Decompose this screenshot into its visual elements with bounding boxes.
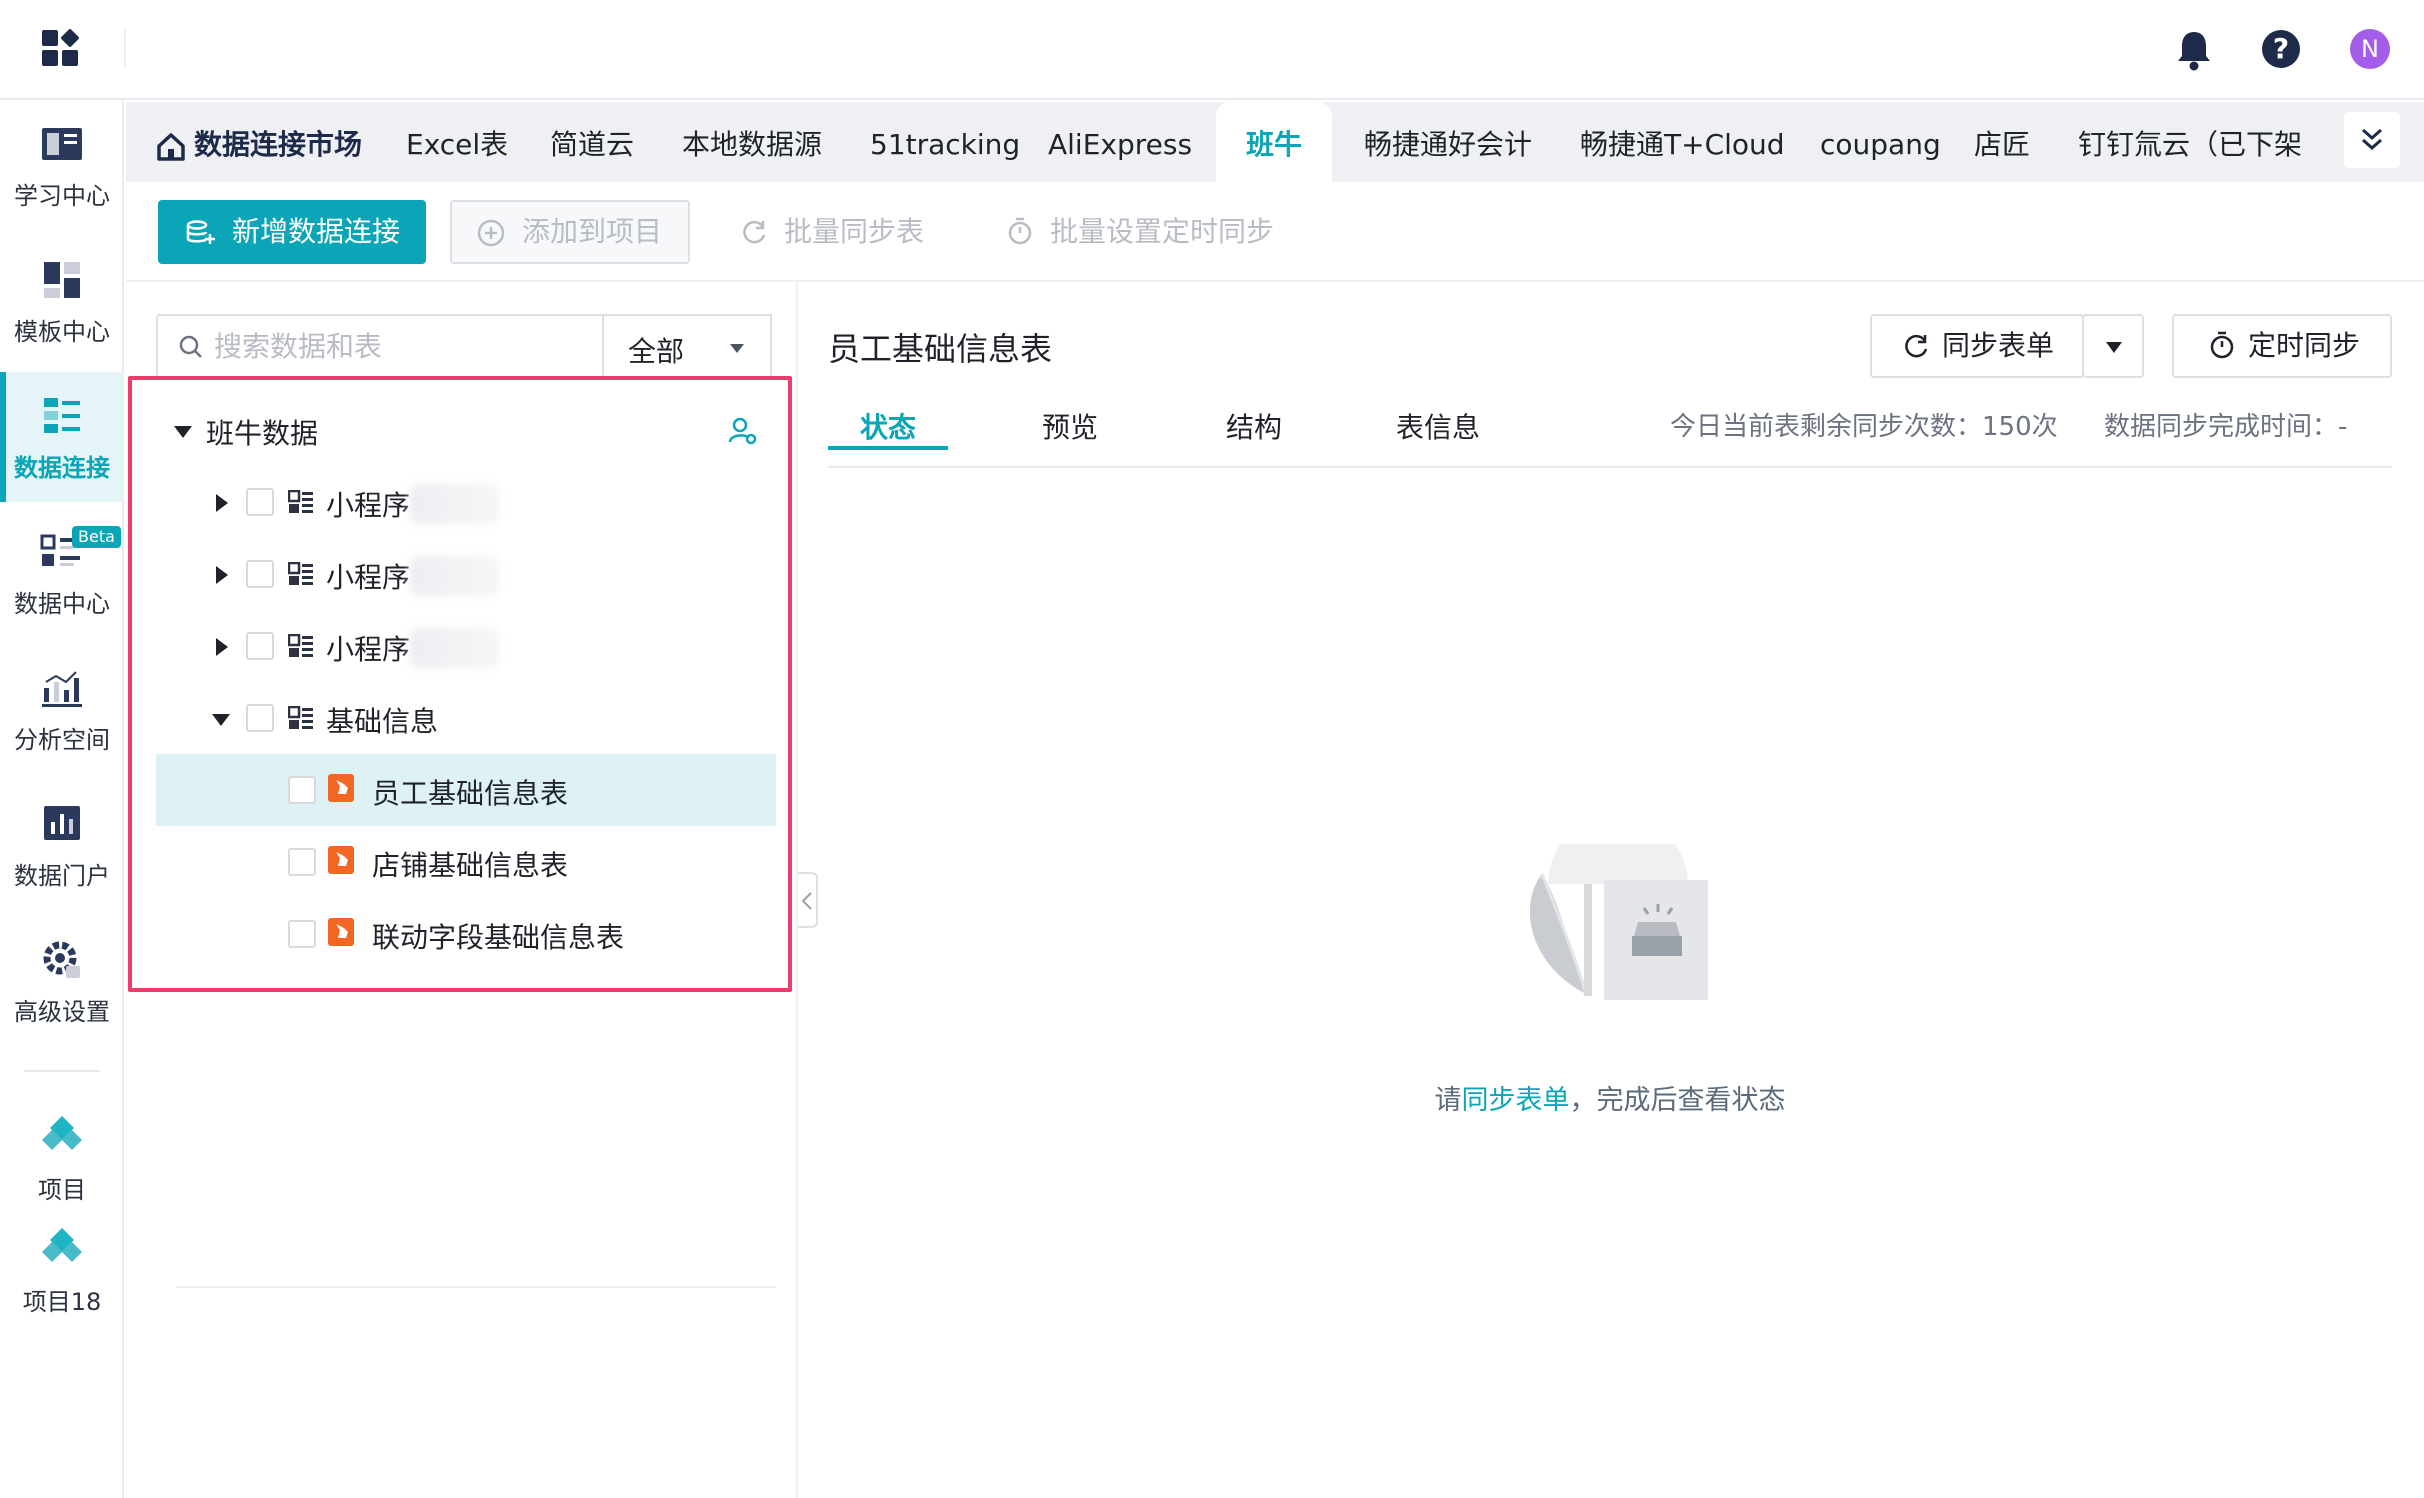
add-database-icon (186, 220, 215, 244)
tab-excel[interactable]: Excel表 (406, 102, 508, 182)
nav-item-analysis-space[interactable]: 分析空间 (0, 644, 124, 774)
sync-options-dropdown[interactable] (2082, 314, 2144, 378)
data-portal-icon (44, 806, 80, 840)
search-box[interactable] (156, 314, 604, 378)
batch-schedule-sync-button[interactable]: 批量设置定时同步 (1006, 200, 1274, 264)
nav-item-project-18[interactable]: 项目18 (0, 1212, 124, 1322)
batch-schedule-sync-label: 批量设置定时同步 (1050, 215, 1275, 248)
nav-label: 模板中心 (14, 318, 110, 346)
remaining-sync-count: 今日当前表剩余同步次数：150次 (1670, 412, 2058, 442)
nav-item-learning-center[interactable]: 学习中心 (0, 100, 124, 230)
scheduled-sync-label: 定时同步 (2248, 329, 2361, 362)
collapse-panel-handle[interactable] (798, 872, 818, 928)
sync-form-label: 同步表单 (1942, 329, 2055, 362)
tab-51tracking[interactable]: 51tracking (870, 102, 1020, 182)
home-icon (157, 133, 185, 161)
nav-label: 数据连接 (14, 454, 110, 482)
tree-bottom-divider (176, 1286, 776, 1288)
nav-label: 数据中心 (14, 590, 110, 618)
nav-separator (24, 1070, 100, 1072)
tab-banniu[interactable]: 班牛 (1216, 102, 1332, 182)
add-to-project-label: 添加到项目 (522, 215, 663, 248)
top-bar: ? N (0, 0, 2424, 100)
batch-sync-button[interactable]: 批量同步表 (740, 200, 924, 264)
sync-complete-time: 数据同步完成时间：- (2104, 412, 2348, 442)
advanced-settings-icon (43, 941, 80, 978)
sync-form-link[interactable]: 同步表单 (1462, 1085, 1570, 1116)
search-input[interactable] (212, 326, 592, 366)
avatar[interactable]: N (2350, 29, 2390, 69)
tab-jiandaoyun[interactable]: 简道云 (550, 102, 634, 182)
scheduled-sync-button[interactable]: 定时同步 (2172, 314, 2392, 378)
tab-chanjet-tplus-cloud[interactable]: 畅捷通T+Cloud (1580, 102, 1785, 182)
nav-item-advanced-settings[interactable]: 高级设置 (0, 916, 124, 1046)
bell-icon[interactable] (2174, 28, 2214, 72)
tab-local-data-source[interactable]: 本地数据源 (682, 102, 822, 182)
top-divider (124, 28, 126, 68)
empty-state-message: 请同步表单，完成后查看状态 (828, 1078, 2392, 1117)
nav-label: 学习中心 (14, 182, 110, 210)
side-navigation: 学习中心 模板中心 数据连接 Beta 数据中心 分析空间 数据门户 高级设置 … (0, 100, 124, 1498)
tab-preview[interactable]: 预览 (1042, 384, 1098, 450)
add-to-project-button[interactable]: 添加到项目 (450, 200, 690, 264)
highlight-annotation-box (128, 376, 792, 992)
search-icon (179, 335, 202, 358)
tab-data-connection-market[interactable]: 数据连接市场 (194, 102, 362, 182)
tab-dianjiang[interactable]: 店匠 (1974, 102, 2030, 182)
nav-label: 项目 (38, 1176, 86, 1204)
caret-down-icon (730, 344, 744, 353)
sync-form-button[interactable]: 同步表单 (1870, 314, 2084, 378)
data-connection-icon (44, 398, 80, 433)
tab-chanjet-haokuaiji[interactable]: 畅捷通好会计 (1364, 102, 1532, 182)
nav-item-data-center[interactable]: Beta 数据中心 (0, 508, 124, 638)
new-data-connection-label: 新增数据连接 (232, 215, 401, 248)
analysis-space-icon (42, 671, 82, 707)
nav-label: 项目18 (22, 1288, 102, 1316)
filter-select[interactable]: 全部 (602, 314, 772, 378)
nav-item-data-portal[interactable]: 数据门户 (0, 780, 124, 910)
project-icon (42, 1116, 82, 1150)
tab-aliexpress[interactable]: AliExpress (1048, 102, 1192, 182)
detail-title: 员工基础信息表 (828, 330, 1053, 368)
empty-prefix: 请 (1434, 1085, 1462, 1116)
nav-item-data-connection[interactable]: 数据连接 (0, 372, 124, 502)
timer-icon (2210, 331, 2234, 359)
plus-circle-icon (477, 219, 505, 247)
learning-center-icon (42, 128, 82, 160)
project-icon (42, 1228, 82, 1262)
empty-state-illustration-icon (1529, 844, 1708, 1000)
help-icon[interactable]: ? (2262, 30, 2300, 68)
more-tabs-button[interactable] (2344, 112, 2400, 168)
tab-structure[interactable]: 结构 (1226, 384, 1282, 450)
refresh-icon (743, 220, 766, 244)
caret-down-icon (2106, 342, 2122, 353)
template-center-icon (44, 262, 80, 298)
app-grid-icon[interactable] (42, 28, 82, 70)
tab-table-info[interactable]: 表信息 (1396, 384, 1480, 450)
beta-badge: Beta (72, 526, 121, 548)
double-chevron-down-icon (2362, 128, 2382, 151)
connector-tab-bar: 数据连接市场 Excel表 简道云 本地数据源 51tracking AliEx… (126, 102, 2424, 182)
nav-item-template-center[interactable]: 模板中心 (0, 236, 124, 366)
action-toolbar: 新增数据连接 添加到项目 批量同步表 批量设置定时同步 (126, 182, 2424, 282)
new-data-connection-button[interactable]: 新增数据连接 (158, 200, 426, 264)
nav-item-project[interactable]: 项目 (0, 1100, 124, 1210)
filter-value: 全部 (628, 335, 685, 368)
chevron-left-icon (801, 892, 812, 910)
nav-label: 分析空间 (14, 726, 110, 754)
nav-label: 数据门户 (14, 862, 110, 890)
tab-coupang[interactable]: coupang (1820, 102, 1941, 182)
empty-suffix: ，完成后查看状态 (1569, 1085, 1786, 1116)
table-detail-panel: 员工基础信息表 同步表单 定时同步 状态 预览 结构 表信息 今日当前表剩余同步… (828, 282, 2424, 1498)
refresh-icon (1905, 334, 1928, 358)
tabs-divider (828, 466, 2392, 468)
tab-status[interactable]: 状态 (828, 384, 948, 450)
nav-label: 高级设置 (14, 998, 110, 1026)
timer-icon (1008, 217, 1032, 245)
